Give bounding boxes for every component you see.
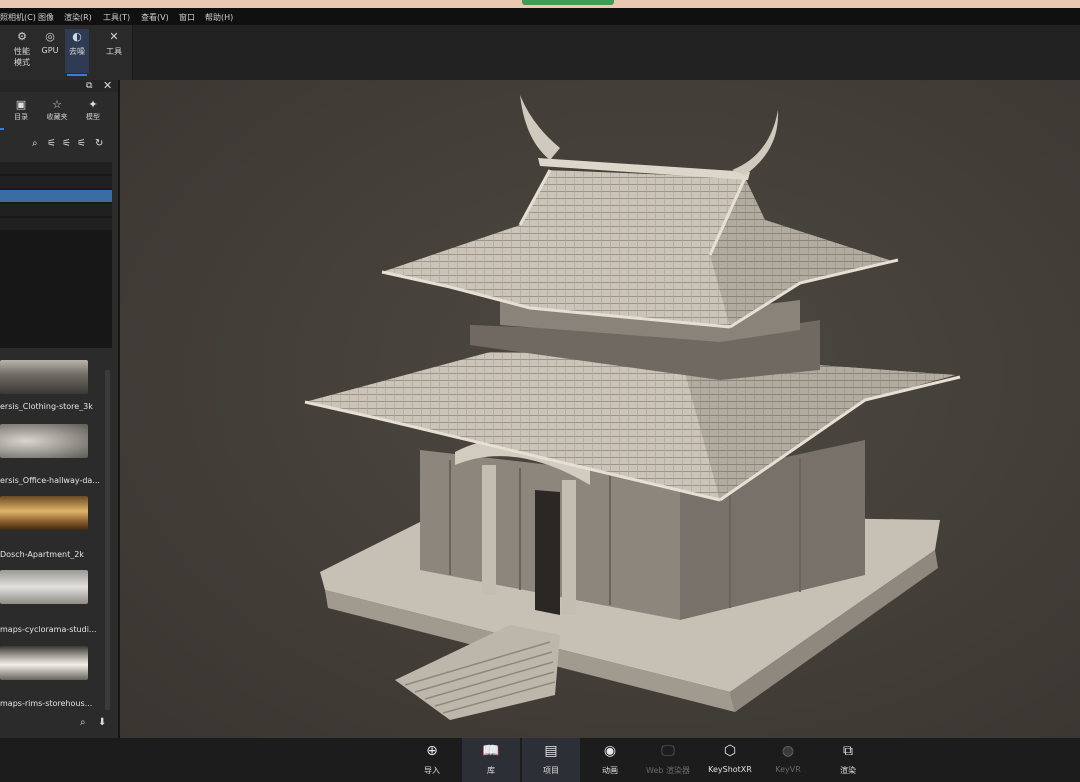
tab-catalog[interactable]: ▣ 目录 [6,98,36,122]
ribbon-toolbar: ⚙ 性能 模式 ◎ GPU ◐ 去噪 ✕ 工具 [0,25,1080,80]
web-renderer-button[interactable]: 🖵 Web 渲染器 [640,738,696,782]
performance-mode-button[interactable]: ⚙ 性能 模式 [10,29,34,73]
animation-label: 动画 [602,766,618,775]
denoise-button[interactable]: ◐ 去噪 [65,29,89,76]
tab-selection-indicator [0,128,4,130]
environment-thumbnail[interactable] [0,424,88,458]
menu-render[interactable]: 渲染(R) [64,12,92,23]
environment-thumbnail[interactable] [0,360,88,394]
refresh-icon[interactable]: ↻ [95,138,103,149]
menu-bar: 照相机(C) 图像 渲染(R) 工具(T) 查看(V) 窗口 帮助(H) [0,8,1080,25]
library-tabs: ▣ 目录 ☆ 收藏夹 ✦ 模型 [0,94,118,130]
menu-image[interactable]: 图像 [38,12,54,23]
tree-row[interactable] [0,162,112,174]
render-viewport[interactable] [120,80,1080,738]
menu-camera[interactable]: 照相机(C) [0,12,36,23]
gpu-label: GPU [41,46,59,55]
environment-label: ersis_Office-hallway-da... [0,476,100,485]
filter-3-icon[interactable]: ⚟ [77,138,86,149]
denoise-label: 去噪 [69,47,85,56]
animation-icon: ◉ [603,743,617,759]
menu-tools[interactable]: 工具(T) [103,12,130,23]
web-renderer-label: Web 渲染器 [646,766,690,775]
performance-label-2: 模式 [14,58,30,67]
performance-icon: ⚙ [17,30,27,43]
import-icon: ⊕ [426,743,438,759]
render-icon: ⧉ [843,743,853,759]
close-icon[interactable]: ✕ [103,79,112,92]
project-button[interactable]: ▤ 项目 [522,738,580,782]
project-label: 项目 [543,766,559,775]
web-icon: 🖵 [661,743,675,759]
environment-label: ersis_Clothing-store_3k [0,402,93,411]
denoise-icon: ◐ [72,30,82,43]
tree-row[interactable] [0,218,112,230]
undock-icon[interactable]: ⧉ [86,81,92,91]
tree-row-selected[interactable] [0,190,112,202]
library-scrollbar[interactable] [105,370,110,710]
menu-help[interactable]: 帮助(H) [205,12,233,23]
library-button[interactable]: 📖 库 [462,738,520,782]
environment-thumbnail[interactable] [0,570,88,604]
gpu-icon: ◎ [45,30,55,43]
library-label: 库 [487,766,495,775]
keyvr-label: KeyVR [775,765,801,774]
tools-label: 工具 [106,47,122,56]
tab-favorites-label: 收藏夹 [46,113,68,121]
import-asset-icon[interactable]: ⬇ [98,717,106,728]
project-icon: ▤ [544,743,558,759]
model-icon: ✦ [88,98,98,111]
render-label: 渲染 [840,766,856,775]
library-icon: 📖 [482,743,500,759]
keyshotxr-button[interactable]: ⬡ KeyShotXR [700,738,760,782]
animation-button[interactable]: ◉ 动画 [590,738,630,782]
keyvr-icon: ◍ [781,743,795,759]
panel-header: ⧉ ✕ [0,79,118,92]
tools-icon: ✕ [109,30,119,43]
library-toolbar: ⌕ ⚟ ⚟ ⚟ ↻ [0,138,118,152]
folder-tree [0,162,112,348]
tree-row[interactable] [0,176,112,188]
tab-models-label: 模型 [86,113,100,121]
keyvr-button[interactable]: ◍ KeyVR [768,738,808,782]
environment-label: maps-cyclorama-studi... [0,625,97,634]
library-footer: ⌕ ⬇ [0,715,118,733]
environment-label: maps-rims-storehous... [0,699,93,708]
keyshotxr-label: KeyShotXR [708,765,752,774]
menu-view[interactable]: 查看(V) [141,12,169,23]
filter-2-icon[interactable]: ⚟ [62,138,71,149]
tab-models[interactable]: ✦ 模型 [78,98,108,122]
catalog-icon: ▣ [15,98,27,111]
status-pill [522,0,614,5]
bottom-toolbar: ⊕ 导入 📖 库 ▤ 项目 ◉ 动画 🖵 Web 渲染器 ⬡ KeyShotXR… [0,738,1080,782]
environment-thumbnail[interactable] [0,646,88,680]
tools-button[interactable]: ✕ 工具 [102,29,126,73]
star-icon: ☆ [52,98,62,111]
window-title-bar [0,0,1080,8]
library-panel: ⧉ ✕ ▣ 目录 ☆ 收藏夹 ✦ 模型 ⌕ ⚟ ⚟ ⚟ ↻ ersis_Clot… [0,79,120,738]
menu-window[interactable]: 窗口 [179,12,195,23]
tree-row[interactable] [0,204,112,216]
keyshotxr-icon: ⬡ [723,743,737,759]
environment-thumbnail[interactable] [0,496,88,530]
search-icon[interactable]: ⌕ [32,138,38,149]
import-button[interactable]: ⊕ 导入 [412,738,452,782]
tab-favorites[interactable]: ☆ 收藏夹 [42,98,72,122]
performance-label-1: 性能 [14,47,30,56]
search-icon[interactable]: ⌕ [80,717,86,728]
environment-grid: ersis_Clothing-store_3k ersis_Office-hal… [0,356,104,716]
import-label: 导入 [424,766,440,775]
gpu-button[interactable]: ◎ GPU [38,29,62,73]
tab-catalog-label: 目录 [14,113,28,121]
environment-label: Dosch-Apartment_2k [0,550,84,559]
render-button[interactable]: ⧉ 渲染 [828,738,868,782]
filter-icon[interactable]: ⚟ [47,138,56,149]
render-settings-group: ⚙ 性能 模式 ◎ GPU ◐ 去噪 ✕ 工具 [0,25,133,80]
temple-model [304,95,961,720]
